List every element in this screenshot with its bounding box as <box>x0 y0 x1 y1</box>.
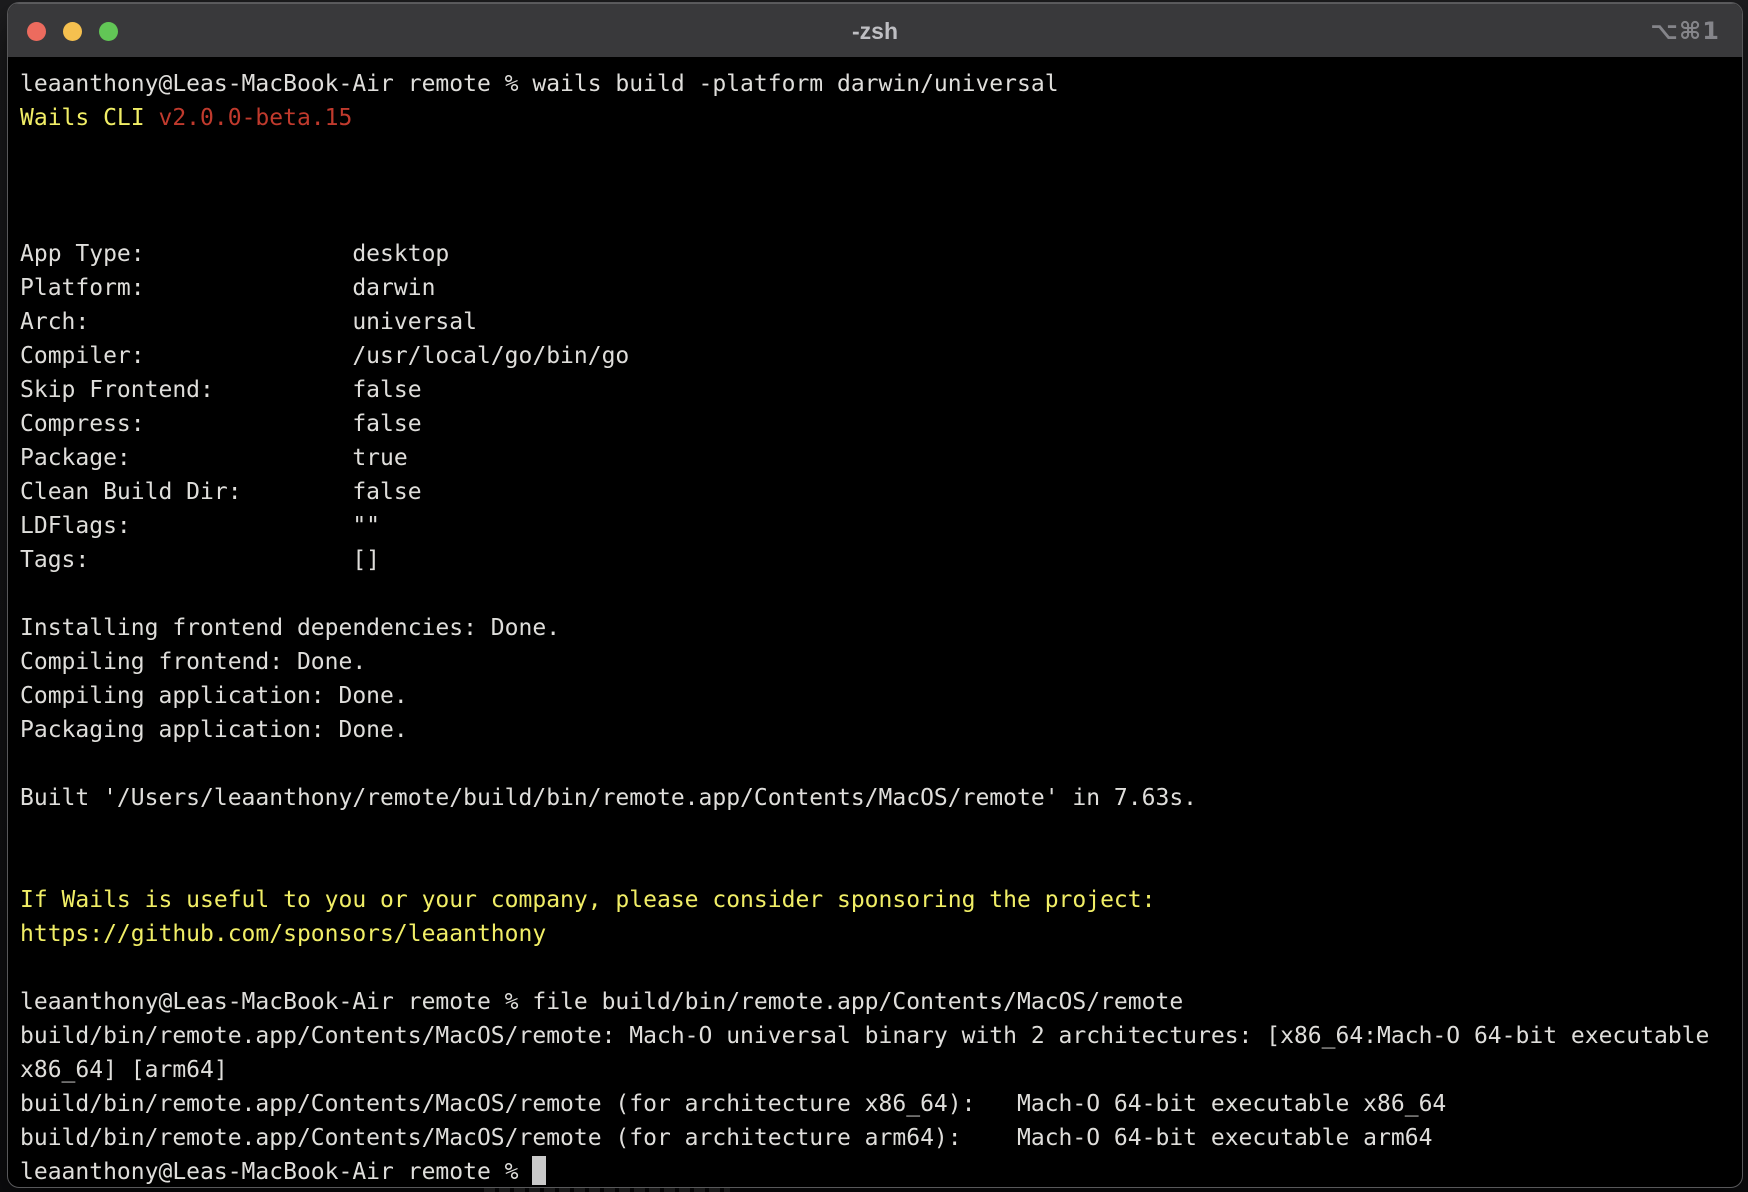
terminal-line: Compress: false <box>20 407 1742 441</box>
terminal-text: x86_64] [arm64] <box>20 1057 228 1083</box>
window-title: -zsh <box>8 3 1742 57</box>
terminal-text: Tags: [] <box>20 547 380 573</box>
terminal-line: Package: true <box>20 441 1742 475</box>
terminal-text: Packaging application: Done. <box>20 717 408 743</box>
terminal-text: If Wails is useful to you or your compan… <box>20 887 1155 913</box>
terminal-text: Compiling frontend: Done. <box>20 649 366 675</box>
terminal-line <box>20 203 1742 237</box>
terminal-line: Tags: [] <box>20 543 1742 577</box>
terminal-line: Platform: darwin <box>20 271 1742 305</box>
terminal-line <box>20 747 1742 781</box>
terminal-text: leaanthony@Leas-MacBook-Air remote % <box>20 1159 532 1185</box>
terminal-line: App Type: desktop <box>20 237 1742 271</box>
terminal-text: leaanthony@Leas-MacBook-Air remote % fil… <box>20 989 1183 1015</box>
terminal-text: Installing frontend dependencies: Done. <box>20 615 560 641</box>
terminal-line: leaanthony@Leas-MacBook-Air remote % fil… <box>20 985 1742 1019</box>
terminal-text: Skip Frontend: false <box>20 377 422 403</box>
window-titlebar[interactable]: -zsh ⌥⌘1 <box>8 3 1742 58</box>
terminal-text: build/bin/remote.app/Contents/MacOS/remo… <box>20 1023 1709 1049</box>
terminal-text: App Type: desktop <box>20 241 449 267</box>
terminal-text: build/bin/remote.app/Contents/MacOS/remo… <box>20 1125 1432 1151</box>
tab-shortcut-hint: ⌥⌘1 <box>1650 3 1720 57</box>
terminal-text: build/bin/remote.app/Contents/MacOS/remo… <box>20 1091 1446 1117</box>
terminal-line: Packaging application: Done. <box>20 713 1742 747</box>
terminal-line: Compiler: /usr/local/go/bin/go <box>20 339 1742 373</box>
terminal-line: x86_64] [arm64] <box>20 1053 1742 1087</box>
terminal-line: Built '/Users/leaanthony/remote/build/bi… <box>20 781 1742 815</box>
terminal-line <box>20 135 1742 169</box>
terminal-window: -zsh ⌥⌘1 leaanthony@Leas-MacBook-Air rem… <box>7 2 1743 1188</box>
terminal-line: leaanthony@Leas-MacBook-Air remote % <box>20 1155 1742 1188</box>
terminal-line: Arch: universal <box>20 305 1742 339</box>
terminal-line <box>20 815 1742 849</box>
terminal-text: Wails CLI <box>20 105 158 131</box>
terminal-text: Compiler: /usr/local/go/bin/go <box>20 343 629 369</box>
terminal-line <box>20 169 1742 203</box>
terminal-line: https://github.com/sponsors/leaanthony <box>20 917 1742 951</box>
terminal-text: Built '/Users/leaanthony/remote/build/bi… <box>20 785 1197 811</box>
terminal-line: build/bin/remote.app/Contents/MacOS/remo… <box>20 1087 1742 1121</box>
terminal-line: Skip Frontend: false <box>20 373 1742 407</box>
terminal-line: Clean Build Dir: false <box>20 475 1742 509</box>
terminal-text: Arch: universal <box>20 309 477 335</box>
terminal-text: Compress: false <box>20 411 422 437</box>
terminal-text: v2.0.0-beta.15 <box>158 105 352 131</box>
terminal-line: Installing frontend dependencies: Done. <box>20 611 1742 645</box>
terminal-line: build/bin/remote.app/Contents/MacOS/remo… <box>20 1019 1742 1053</box>
terminal-text: Package: true <box>20 445 408 471</box>
terminal-cursor[interactable] <box>532 1156 546 1185</box>
terminal-text: Compiling application: Done. <box>20 683 408 709</box>
terminal-line <box>20 849 1742 883</box>
terminal-line: LDFlags: "" <box>20 509 1742 543</box>
terminal-line: build/bin/remote.app/Contents/MacOS/remo… <box>20 1121 1742 1155</box>
terminal-text: https://github.com/sponsors/leaanthony <box>20 921 546 947</box>
terminal-line: Wails CLI v2.0.0-beta.15 <box>20 101 1742 135</box>
terminal-text: leaanthony@Leas-MacBook-Air remote % wai… <box>20 71 1059 97</box>
terminal-text: Platform: darwin <box>20 275 435 301</box>
terminal-output[interactable]: leaanthony@Leas-MacBook-Air remote % wai… <box>8 58 1742 1187</box>
terminal-line: Compiling application: Done. <box>20 679 1742 713</box>
terminal-line <box>20 951 1742 985</box>
terminal-text: Clean Build Dir: false <box>20 479 422 505</box>
terminal-line: Compiling frontend: Done. <box>20 645 1742 679</box>
terminal-line <box>20 577 1742 611</box>
terminal-line: If Wails is useful to you or your compan… <box>20 883 1742 917</box>
terminal-text: LDFlags: "" <box>20 513 380 539</box>
terminal-line: leaanthony@Leas-MacBook-Air remote % wai… <box>20 67 1742 101</box>
